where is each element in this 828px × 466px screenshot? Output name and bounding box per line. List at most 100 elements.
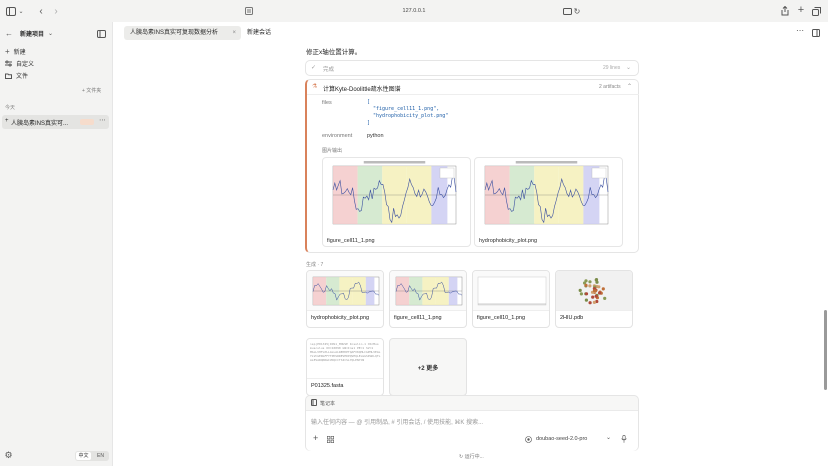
section-label-today: 今天 (5, 105, 16, 111)
page-icon (244, 6, 254, 16)
panel-toggle-icon[interactable] (96, 29, 106, 39)
chevron-down-icon[interactable]: ⌄ (606, 434, 611, 441)
sidebar-item-label: 自定义 (16, 62, 35, 68)
plus-icon[interactable]: + (796, 4, 806, 16)
gallery-item[interactable]: figure_cell11_1.png (389, 270, 467, 328)
param-key: environment (322, 133, 353, 139)
share-icon[interactable] (780, 5, 790, 17)
chat-input[interactable]: 输入任何内容 — @ 引用制品, # 引用会话, / 使用技能, ⌘K 搜索..… (311, 417, 483, 426)
sidebar-item-custom[interactable]: 自定义 (5, 59, 34, 68)
loading-icon: ↻ (459, 454, 464, 460)
forward-arrow-icon[interactable]: › (51, 5, 61, 17)
gallery-item[interactable]: >sp|P01325|INS1_MOUSE Insulin-1 OS=Mus m… (306, 338, 384, 396)
chevron-down-icon[interactable]: ⌄ (48, 30, 53, 37)
microphone-icon[interactable] (621, 435, 627, 443)
notebook-icon (311, 399, 317, 406)
gear-icon[interactable]: ⚙ (4, 450, 13, 460)
project-header[interactable]: ← 新建项目 ⌄ (5, 29, 53, 38)
chevron-down-icon[interactable]: ⌄ (18, 6, 24, 16)
tab-analysis[interactable]: 人胰岛素INS真实可复现数据分析 × (124, 26, 241, 40)
scrollbar-thumb[interactable] (824, 310, 827, 390)
plus-icon: + (5, 47, 10, 56)
gallery-item[interactable]: hydrophobicity_plot.png (306, 270, 384, 328)
param-key: files (322, 100, 332, 106)
composer: 笔记本 输入任何内容 — @ 引用制品, # 引用会话, / 使用技能, ⌘K … (305, 395, 639, 451)
back-arrow-icon[interactable]: ← (5, 29, 13, 38)
plot-thumbnail-image (312, 276, 380, 306)
chat-list-item[interactable]: + 人胰岛素INS真实可... ⋯ (2, 115, 109, 129)
artifacts-count: 2 artifacts (599, 84, 621, 90)
sidebar: ← 新建项目 ⌄ + 新建 自定义 文件 + 文件夹 今天 + 人胰岛素INS真… (0, 22, 112, 466)
main-panel: 人胰岛素INS真实可复现数据分析 × 新建会话 ⋯ 修正x轴位置计算。 ✓ 完成… (112, 22, 828, 466)
message-text: 修正x轴位置计算。 (306, 49, 362, 56)
json-line: ] (367, 120, 371, 126)
output-image-card[interactable]: hydrophobicity_plot.png (474, 157, 623, 247)
thumbnail (473, 271, 549, 311)
files-json: [ "figure_cell11_1.png", "hydrophobicity… (367, 99, 448, 127)
grid-icon[interactable] (327, 436, 334, 443)
back-arrow-icon[interactable]: ‹ (36, 5, 46, 17)
folder-icon (5, 73, 12, 79)
sidebar-item-label: 文件 (16, 74, 29, 80)
chevron-up-icon: ⌃ (627, 84, 633, 90)
thumbnail (556, 271, 632, 311)
tab-new-chat[interactable]: 新建会话 (241, 26, 277, 40)
tabs-overview-icon[interactable] (811, 6, 821, 16)
translate-icon[interactable] (562, 7, 572, 15)
output-image-card[interactable]: figure_cell11_1.png (322, 157, 471, 247)
gallery-item[interactable]: figure_cell10_1.png (472, 270, 550, 328)
sliders-icon (5, 60, 12, 67)
thumbnail: >sp|P01325|INS1_MOUSE Insulin-1 OS=Mus m… (307, 339, 383, 379)
address-bar[interactable]: 127.0.0.1 (360, 4, 468, 18)
more-label: +2 更多 (417, 366, 439, 372)
more-icon[interactable]: ⋯ (99, 116, 106, 124)
sidebar-item-new[interactable]: + 新建 (5, 47, 26, 56)
gallery-caption: hydrophobicity_plot.png (311, 315, 370, 321)
gallery-caption: figure_cell10_1.png (477, 315, 526, 321)
sidebar-item-files[interactable]: 文件 (5, 71, 28, 80)
step-label: 完成 (323, 67, 335, 73)
collapsed-step[interactable]: ✓ 完成 29 lines ⌄ (305, 60, 639, 76)
lang-en-button[interactable]: EN (93, 452, 108, 460)
tool-title: 计算Kyte-Doolittle疏水性图谱 (323, 87, 401, 93)
language-switch: 中文 EN (75, 451, 109, 461)
sidebar-item-label: 新建 (13, 50, 26, 56)
tool-header[interactable]: ⚗ 计算Kyte-Doolittle疏水性图谱 2 artifacts ⌃ (307, 80, 639, 95)
lang-zh-button[interactable]: 中文 (76, 452, 91, 460)
gallery-item[interactable]: 2HIU.pdb (555, 270, 633, 328)
gallery-caption: P01325.fasta (311, 383, 344, 389)
browser-toolbar: ⌄ ‹ › 127.0.0.1 ↻ + (0, 0, 828, 22)
close-icon[interactable]: × (232, 26, 236, 40)
reload-icon[interactable]: ↻ (573, 6, 581, 16)
flask-icon: ⚗ (312, 84, 318, 90)
output-label: 图片输出 (322, 148, 343, 154)
line-count: 29 lines (603, 65, 621, 71)
project-title: 新建项目 (20, 32, 45, 38)
json-line: "hydrophobicity_plot.png" (373, 113, 449, 119)
notebook-label: 笔记本 (320, 401, 336, 407)
tool-call-card: ⚗ 计算Kyte-Doolittle疏水性图谱 2 artifacts ⌃ fi… (305, 79, 639, 253)
status-badge (80, 119, 94, 125)
more-items-button[interactable]: +2 更多 (389, 338, 467, 396)
panel-toggle-icon[interactable] (812, 29, 820, 37)
chevron-down-icon: ⌄ (626, 65, 632, 71)
hydrophobicity-plot-image (484, 161, 609, 225)
plus-icon: + (5, 118, 9, 124)
more-icon[interactable]: ⋯ (796, 26, 804, 35)
blank-plot-thumbnail-image (477, 276, 547, 306)
gallery-caption: figure_cell11_1.png (394, 315, 442, 321)
json-line: "figure_cell11_1.png", (373, 106, 440, 112)
plus-icon[interactable]: + (313, 433, 318, 443)
param-value: python (367, 133, 384, 139)
target-icon[interactable] (525, 436, 532, 443)
plot-thumbnail-image (395, 276, 463, 306)
json-line: [ (367, 99, 371, 105)
composer-body: 输入任何内容 — @ 引用制品, # 引用会话, / 使用技能, ⌘K 搜索..… (306, 410, 638, 451)
molecule-thumbnail-image (578, 278, 607, 305)
add-folder-button[interactable]: + 文件夹 (82, 87, 101, 94)
thumbnail (307, 271, 383, 311)
status-text: 运行中... (464, 454, 484, 460)
model-selector[interactable]: doubao-seed-2.0-pro (536, 436, 587, 442)
sidebar-toggle-icon[interactable] (5, 5, 17, 17)
gallery-label: 生成 · 7 (306, 262, 324, 268)
